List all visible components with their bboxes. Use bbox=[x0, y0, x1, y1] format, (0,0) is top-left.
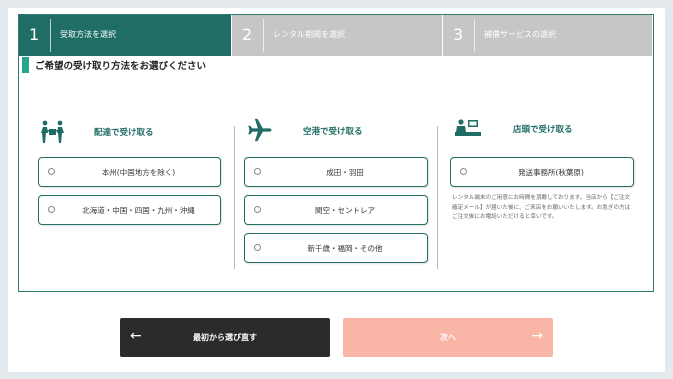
option-label: 本州(中国地方を除く) bbox=[101, 168, 176, 177]
option-label: 関空・セントレア bbox=[315, 206, 375, 215]
store-note: レンタル端末のご用意にお時間を頂戴しております。当店から【ご注文確定メール】が届… bbox=[452, 195, 631, 220]
column-divider bbox=[437, 126, 438, 269]
option-chitose-fukuoka-other[interactable]: 新千歳・福岡・その他 bbox=[244, 233, 428, 263]
step-divider bbox=[50, 19, 51, 52]
radio-button[interactable] bbox=[254, 244, 261, 251]
store-heading-text: 店頭で受け取る bbox=[513, 125, 573, 135]
step-1: 1 受取方法を選択 bbox=[19, 15, 231, 56]
option-narita-haneda[interactable]: 成田・羽田 bbox=[244, 157, 428, 187]
delivery-heading: 配達で受け取る bbox=[40, 120, 154, 144]
arrow-right-icon: → bbox=[531, 328, 543, 344]
section-title-text: ご希望の受け取り方法をお選びください bbox=[35, 61, 207, 72]
option-label: 成田・羽田 bbox=[326, 168, 364, 177]
option-akihabara-office[interactable]: 発送事務所(秋葉原) bbox=[450, 157, 634, 187]
section-title: ご希望の受け取り方法をお選びください bbox=[22, 57, 206, 73]
option-other-regions[interactable]: 北海道・中国・四国・九州・沖縄 bbox=[38, 195, 221, 225]
step-label: レンタル期間を選択 bbox=[273, 30, 345, 39]
step-divider bbox=[474, 19, 475, 52]
step-number: 3 bbox=[453, 25, 464, 44]
next-button-label: 次へ bbox=[440, 333, 456, 342]
title-accent-bar bbox=[22, 57, 29, 73]
store-counter-icon bbox=[455, 119, 481, 136]
column-divider bbox=[234, 126, 235, 269]
option-label: 発送事務所(秋葉原) bbox=[518, 168, 584, 177]
option-label: 新千歳・福岡・その他 bbox=[307, 244, 383, 253]
delivery-person-icon bbox=[41, 120, 64, 143]
restart-button-label: 最初から選び直す bbox=[193, 333, 257, 342]
step-number: 1 bbox=[29, 25, 40, 44]
next-button[interactable]: 次へ → bbox=[343, 318, 553, 357]
airport-heading-text: 空港で受け取る bbox=[303, 127, 363, 137]
step-number: 2 bbox=[242, 25, 253, 44]
radio-button[interactable] bbox=[48, 168, 55, 175]
airport-heading: 空港で受け取る bbox=[247, 118, 363, 144]
step-label: 受取方法を選択 bbox=[60, 30, 116, 39]
option-kansai-centrair[interactable]: 関空・セントレア bbox=[244, 195, 428, 225]
airplane-icon bbox=[248, 118, 272, 142]
radio-button[interactable] bbox=[48, 206, 55, 213]
radio-button[interactable] bbox=[254, 168, 261, 175]
option-honshu[interactable]: 本州(中国地方を除く) bbox=[38, 157, 221, 187]
option-label: 北海道・中国・四国・九州・沖縄 bbox=[82, 206, 195, 215]
step-2: 2 レンタル期間を選択 bbox=[231, 15, 442, 56]
restart-button[interactable]: ← 最初から選び直す bbox=[120, 318, 330, 357]
step-divider bbox=[263, 19, 264, 52]
delivery-heading-text: 配達で受け取る bbox=[94, 128, 154, 138]
radio-button[interactable] bbox=[254, 206, 261, 213]
step-3: 3 補償サービスの選択 bbox=[442, 15, 652, 56]
store-heading: 店頭で受け取る bbox=[455, 118, 573, 140]
step-label: 補償サービスの選択 bbox=[484, 30, 556, 39]
radio-button[interactable] bbox=[460, 168, 467, 175]
step-progress: 1 受取方法を選択 2 レンタル期間を選択 3 補償サービスの選択 bbox=[19, 15, 652, 56]
